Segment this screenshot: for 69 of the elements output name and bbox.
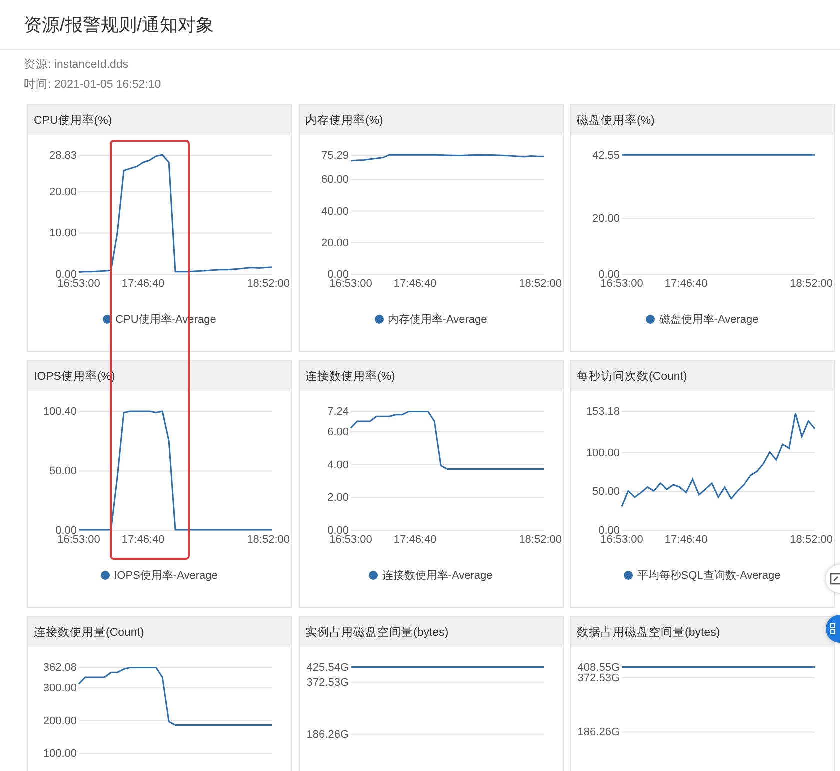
- axis-label: 0.00: [327, 269, 348, 281]
- axis-label: 18:52:00: [790, 534, 833, 546]
- axis-label: 75.29: [320, 150, 348, 162]
- axis-label: 372.53G: [578, 672, 620, 684]
- axis-label: 18:52:00: [247, 534, 290, 546]
- axis-label: 18:52:00: [518, 278, 562, 290]
- axis-label: 100.00: [43, 748, 77, 760]
- chart-title: 磁盘使用率(%): [577, 114, 655, 128]
- info-text: 资源: instanceId.dds: [24, 58, 129, 73]
- axis-label: 425.54G: [306, 662, 348, 674]
- axis-label: 16:53:00: [329, 534, 372, 546]
- edit-icon: [830, 573, 840, 585]
- axis-label: 362.08: [43, 662, 77, 674]
- axis-label: 200.00: [43, 715, 77, 728]
- axis-label: 100.00: [586, 447, 620, 460]
- axis-label: 153.18: [586, 406, 620, 418]
- axis-label: 50.00: [592, 486, 620, 498]
- axis-label: 16:53:00: [600, 278, 644, 290]
- axis-label: 0.00: [327, 525, 348, 537]
- axis-label: 17:46:40: [122, 534, 165, 546]
- axis-label: 17:46:40: [393, 278, 436, 290]
- axis-label: 16:53:00: [58, 534, 100, 546]
- legend-label: 连接数使用率-Average: [382, 568, 493, 583]
- axis-label: 16:53:00: [600, 534, 644, 546]
- axis-label: 20.00: [49, 186, 77, 198]
- chart-title: CPU使用率(%): [34, 114, 112, 128]
- axis-label: 7.24: [327, 406, 348, 418]
- axis-label: 0.00: [56, 269, 77, 281]
- axis-label: 28.83: [49, 150, 77, 162]
- axis-label: 372.53G: [306, 676, 348, 689]
- info-text: 时间: 2021-01-05 16:52:10: [24, 78, 162, 93]
- axis-label: 0.00: [598, 525, 620, 537]
- axis-label: 18:52:00: [518, 534, 562, 546]
- legend-label: 磁盘使用率-Average: [659, 312, 759, 327]
- axis-label: 17:46:40: [393, 534, 436, 546]
- axis-label: 17:46:40: [122, 278, 165, 290]
- axis-label: 40.00: [320, 206, 348, 218]
- legend-label: IOPS使用率-Average: [114, 568, 218, 583]
- axis-label: 18:52:00: [790, 278, 833, 290]
- axis-label: 20.00: [320, 237, 348, 250]
- axis-label: 42.55: [592, 150, 620, 162]
- chart-title: 每秒访问次数(Count): [577, 369, 688, 384]
- chart-title: 数据占用磁盘空间量(bytes): [577, 625, 720, 640]
- axis-label: 16:53:00: [58, 278, 100, 290]
- chart-title: 连接数使用率(%): [306, 370, 396, 384]
- axis-label: 408.55G: [578, 662, 620, 674]
- chart-title: 连接数使用量(Count): [34, 626, 144, 640]
- axis-label: 4.00: [327, 459, 348, 472]
- axis-label: 0.00: [56, 525, 77, 537]
- axis-label: 16:53:00: [329, 278, 372, 290]
- axis-label: 17:46:40: [664, 278, 708, 290]
- axis-label: 186.26G: [306, 728, 348, 741]
- legend-label: 平均每秒SQL查询数-Average: [637, 569, 781, 583]
- chart-title: 内存使用率(%): [306, 114, 384, 128]
- legend-label: 内存使用率-Average: [388, 312, 488, 327]
- axis-label: 50.00: [49, 466, 77, 478]
- axis-label: 2.00: [327, 492, 348, 504]
- axis-label: 60.00: [320, 174, 348, 186]
- axis-label: 18:52:00: [247, 278, 290, 290]
- axis-label: 0.00: [598, 269, 620, 281]
- axis-label: 100.40: [43, 406, 77, 418]
- page-title: 资源/报警规则/通知对象: [24, 14, 214, 36]
- axis-label: 17:46:40: [664, 534, 708, 546]
- axis-label: 186.26G: [578, 726, 620, 739]
- axis-label: 6.00: [327, 426, 348, 438]
- chart-title: 实例占用磁盘空间量(bytes): [306, 625, 449, 640]
- axis-label: 20.00: [592, 213, 620, 226]
- axis-label: 300.00: [43, 682, 77, 694]
- axis-label: 10.00: [49, 228, 77, 240]
